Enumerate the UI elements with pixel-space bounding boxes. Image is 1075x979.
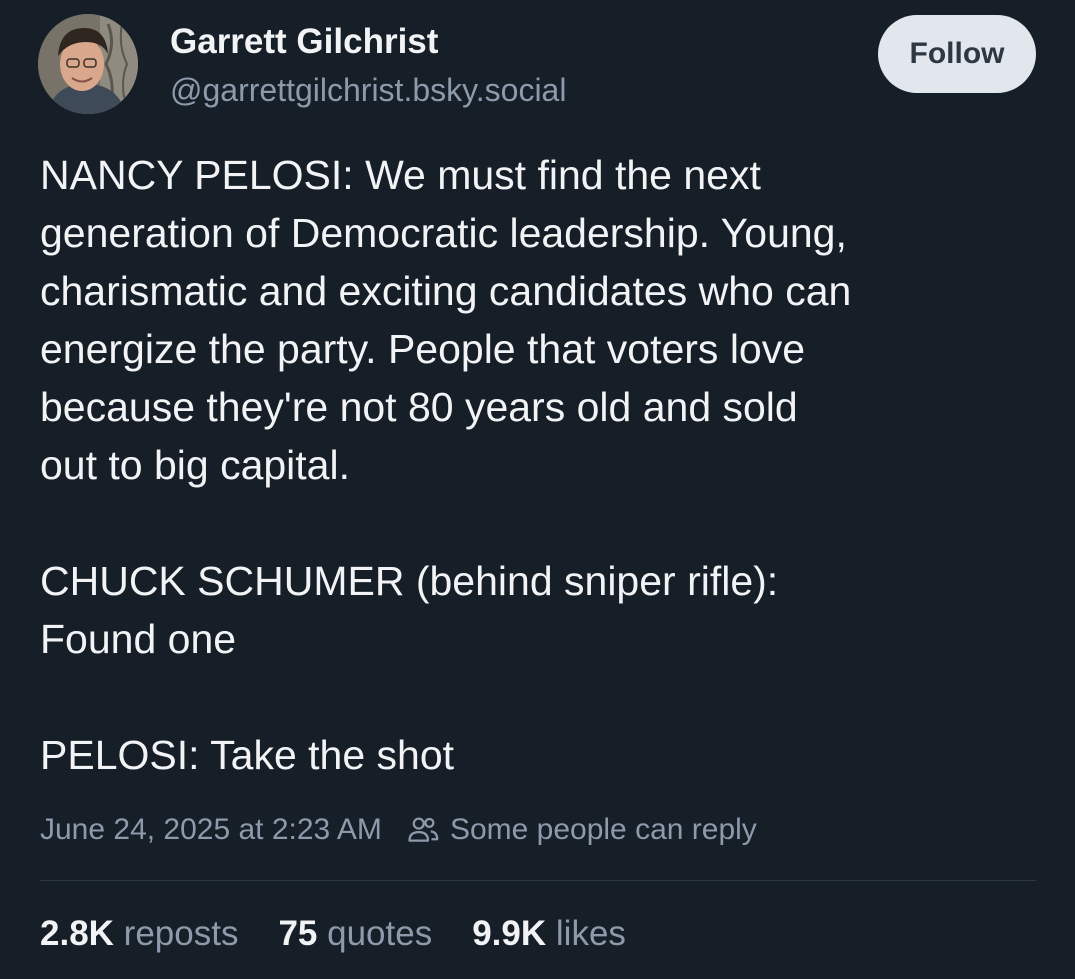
divider (40, 880, 1036, 881)
post-paragraph: CHUCK SCHUMER (behind sniper rifle): Fou… (40, 558, 779, 662)
reposts-stat[interactable]: 2.8K reposts (40, 914, 238, 954)
stat-count: 2.8K (40, 914, 114, 953)
author-name[interactable]: Garrett Gilchrist (170, 22, 438, 62)
reply-setting: Some people can reply (406, 813, 757, 847)
reply-setting-label: Some people can reply (449, 813, 757, 846)
stat-label: quotes (327, 914, 433, 953)
quotes-stat[interactable]: 75 quotes (278, 914, 432, 954)
engagement-stats: 2.8K reposts 75 quotes 9.9K likes (40, 914, 666, 954)
people-icon (408, 817, 439, 842)
stat-label: likes (555, 914, 626, 953)
stat-count: 9.9K (472, 914, 547, 953)
avatar[interactable] (38, 14, 138, 114)
stat-count: 75 (278, 914, 318, 953)
post-paragraph: PELOSI: Take the shot (40, 732, 455, 778)
post-timestamp[interactable]: June 24, 2025 at 2:23 AM (40, 813, 382, 847)
stat-label: reposts (123, 914, 239, 953)
post-card: Garrett Gilchrist @garrettgilchrist.bsky… (0, 0, 1075, 979)
avatar-image (38, 14, 138, 114)
post-paragraph: NANCY PELOSI: We must find the next gene… (40, 152, 852, 488)
author-handle[interactable]: @garrettgilchrist.bsky.social (170, 72, 566, 109)
likes-stat[interactable]: 9.9K likes (472, 914, 626, 954)
follow-button[interactable]: Follow (878, 15, 1036, 93)
post-text: NANCY PELOSI: We must find the next gene… (40, 146, 1040, 784)
post-meta: June 24, 2025 at 2:23 AM Some people can… (40, 810, 757, 850)
